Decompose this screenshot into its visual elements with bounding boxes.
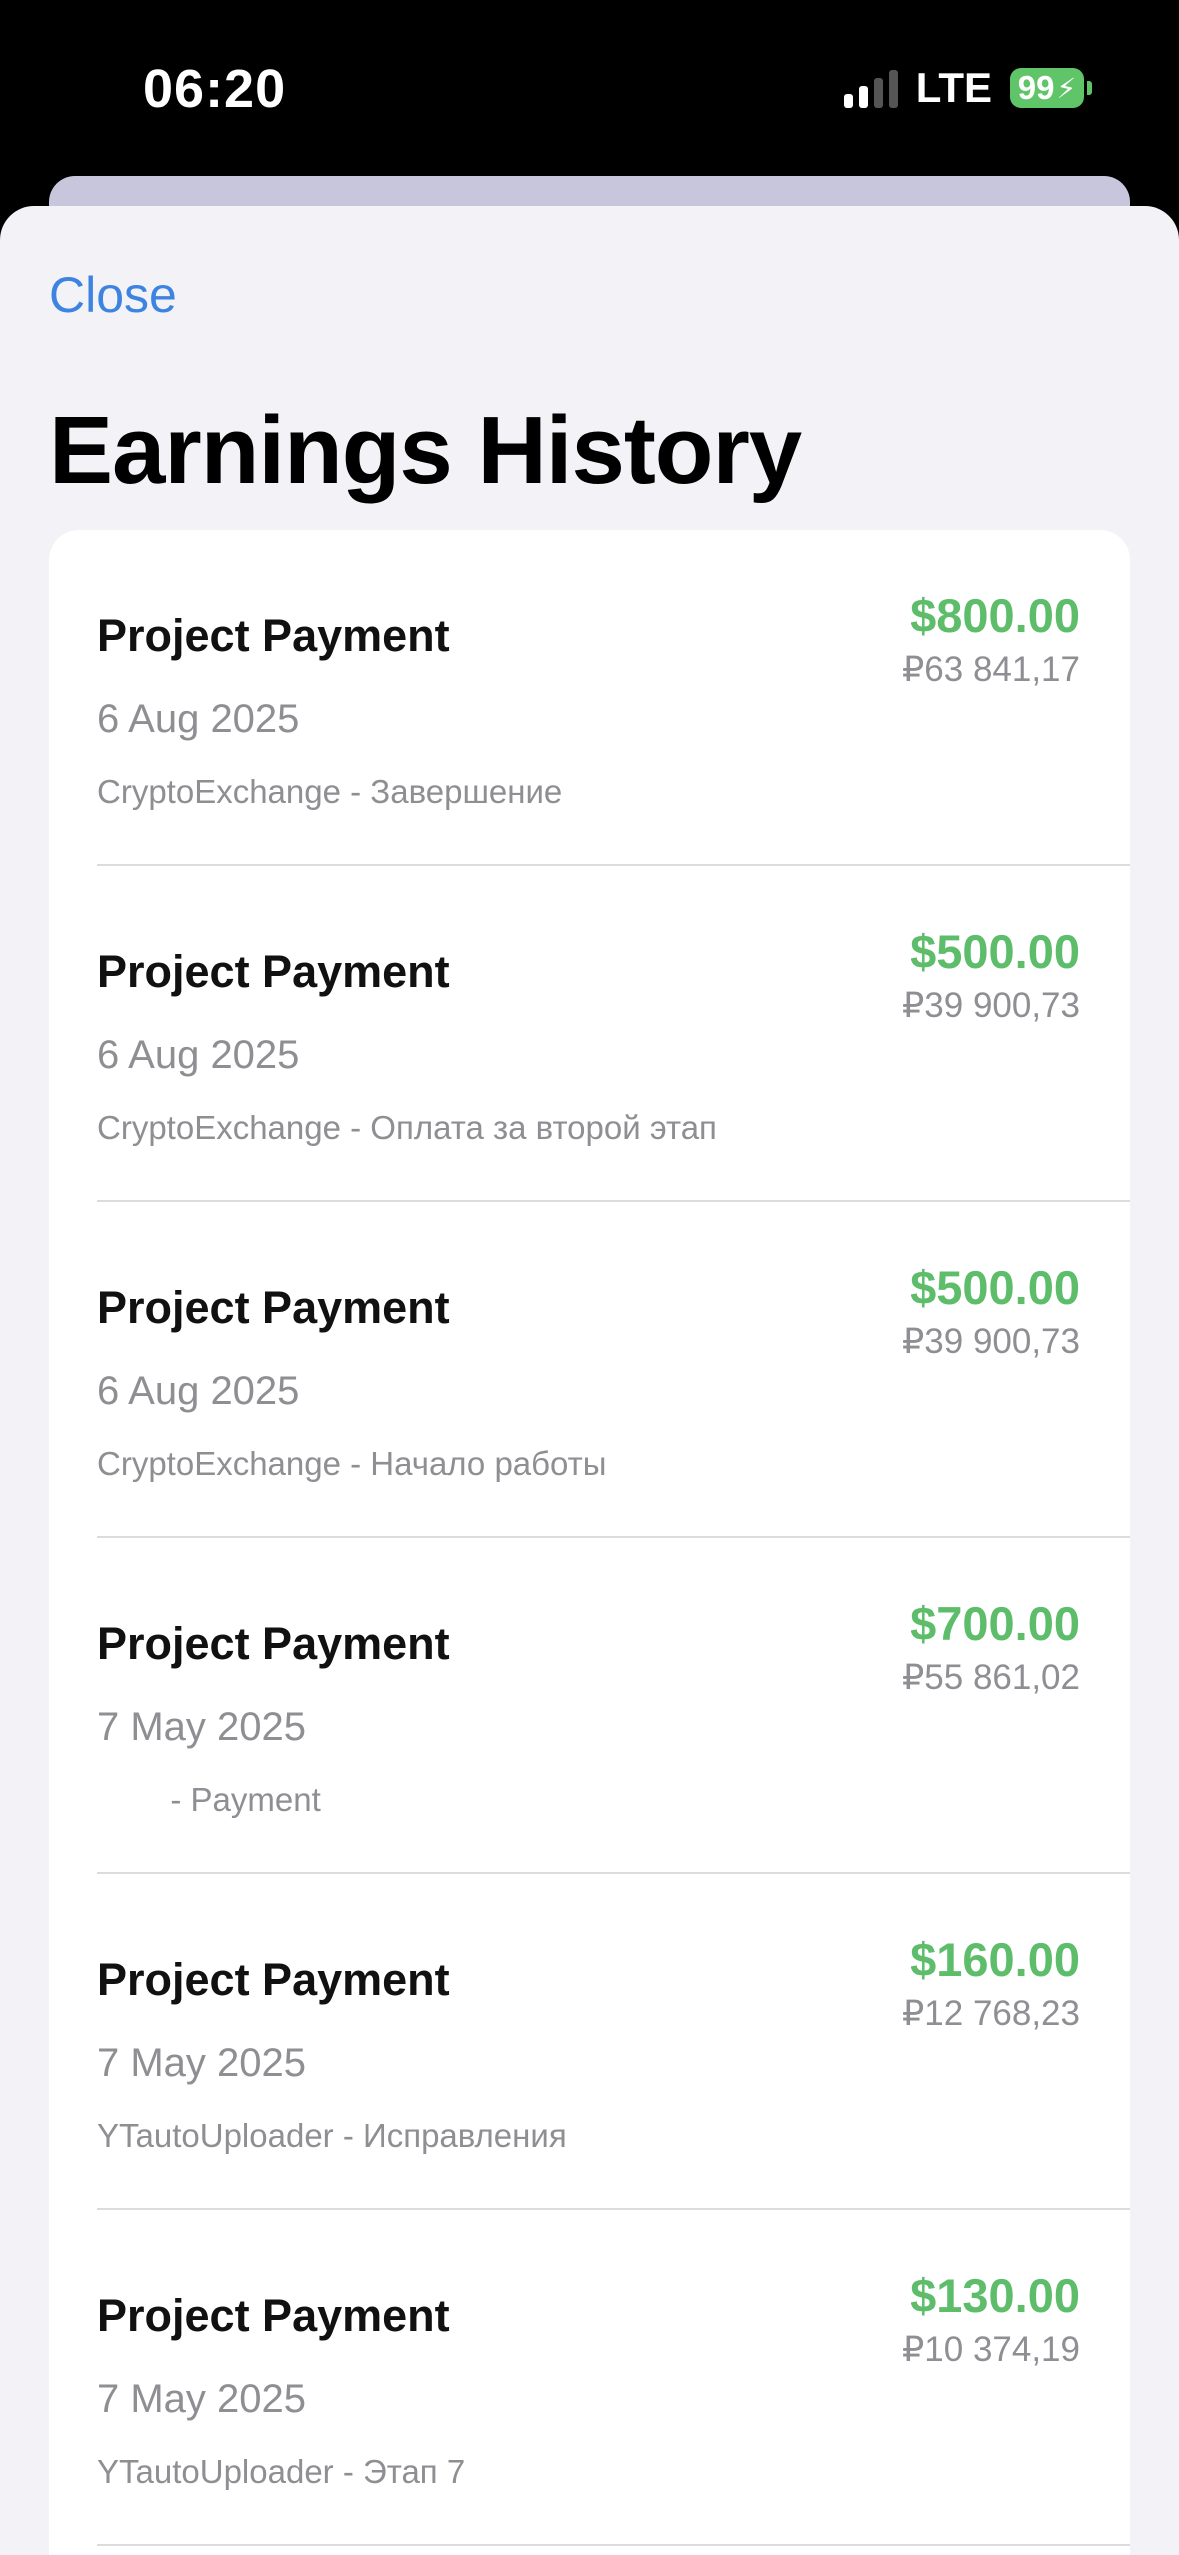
payment-title: Project Payment bbox=[97, 2290, 450, 2341]
divider bbox=[97, 2544, 1130, 2546]
list-item[interactable]: Project Payment 7 May 2025 YTautoUploade… bbox=[49, 2210, 1130, 2546]
payments-list: Project Payment 6 Aug 2025 CryptoExchang… bbox=[49, 530, 1130, 2555]
payment-amount-usd: $500.00 bbox=[910, 925, 1080, 978]
list-item[interactable]: Project Payment 7 May 2025 - Payment $70… bbox=[49, 1538, 1130, 1874]
page-title: Earnings History bbox=[49, 397, 802, 504]
payment-date: 6 Aug 2025 bbox=[97, 1033, 300, 1077]
payment-description: - Payment bbox=[97, 1781, 321, 1818]
payment-description: YTautoUploader - Исправления bbox=[97, 2117, 567, 2154]
payment-description: CryptoExchange - Оплата за второй этап bbox=[97, 1109, 717, 1146]
payment-description: YTautoUploader - Этап 7 bbox=[97, 2453, 466, 2490]
payment-amount-rub: ₽10 374,19 bbox=[902, 2330, 1080, 2369]
payment-description: CryptoExchange - Начало работы bbox=[97, 1445, 607, 1482]
payment-amount-rub: ₽55 861,02 bbox=[902, 1658, 1080, 1697]
payment-amount-usd: $130.00 bbox=[910, 2269, 1080, 2322]
close-button[interactable]: Close bbox=[49, 266, 177, 324]
payment-amount-rub: ₽63 841,17 bbox=[902, 650, 1080, 689]
list-item[interactable]: Project Payment 6 Aug 2025 CryptoExchang… bbox=[49, 530, 1130, 866]
status-bar: 06:20 LTE 99 ⚡ bbox=[0, 0, 1179, 175]
payment-title: Project Payment bbox=[97, 1282, 450, 1333]
payment-date: 6 Aug 2025 bbox=[97, 697, 300, 741]
payment-title: Project Payment bbox=[97, 946, 450, 997]
network-type: LTE bbox=[915, 64, 992, 111]
list-item[interactable]: Project Payment 6 Aug 2025 CryptoExchang… bbox=[49, 1202, 1130, 1538]
payment-description: CryptoExchange - Завершение bbox=[97, 773, 563, 810]
battery-icon: 99 ⚡ bbox=[1010, 68, 1092, 108]
cellular-signal-icon bbox=[843, 68, 898, 108]
payment-amount-usd: $700.00 bbox=[910, 1597, 1080, 1650]
payment-amount-rub: ₽12 768,23 bbox=[902, 1994, 1080, 2033]
status-time: 06:20 bbox=[143, 59, 287, 119]
payment-date: 7 May 2025 bbox=[97, 2377, 307, 2421]
battery-level: 99 bbox=[1017, 69, 1055, 106]
charging-bolt-icon: ⚡ bbox=[1056, 72, 1077, 104]
payment-date: 7 May 2025 bbox=[97, 1705, 307, 1749]
earnings-history-sheet: Close Earnings History Project Payment 6… bbox=[0, 206, 1179, 2555]
payment-amount-rub: ₽39 900,73 bbox=[902, 986, 1080, 1025]
payment-amount-usd: $800.00 bbox=[910, 589, 1080, 642]
payment-amount-usd: $500.00 bbox=[910, 1261, 1080, 1314]
payment-title: Project Payment bbox=[97, 610, 450, 661]
payment-title: Project Payment bbox=[97, 1618, 450, 1669]
list-item[interactable]: Project Payment 6 Aug 2025 CryptoExchang… bbox=[49, 866, 1130, 1202]
payment-date: 7 May 2025 bbox=[97, 2041, 307, 2085]
payment-title: Project Payment bbox=[97, 1954, 450, 2005]
status-indicators: LTE 99 ⚡ bbox=[843, 64, 1092, 112]
payment-amount-usd: $160.00 bbox=[910, 1933, 1080, 1986]
payment-date: 6 Aug 2025 bbox=[97, 1369, 300, 1413]
payment-amount-rub: ₽39 900,73 bbox=[902, 1322, 1080, 1361]
list-item[interactable]: Project Payment 7 May 2025 YTautoUploade… bbox=[49, 1874, 1130, 2210]
